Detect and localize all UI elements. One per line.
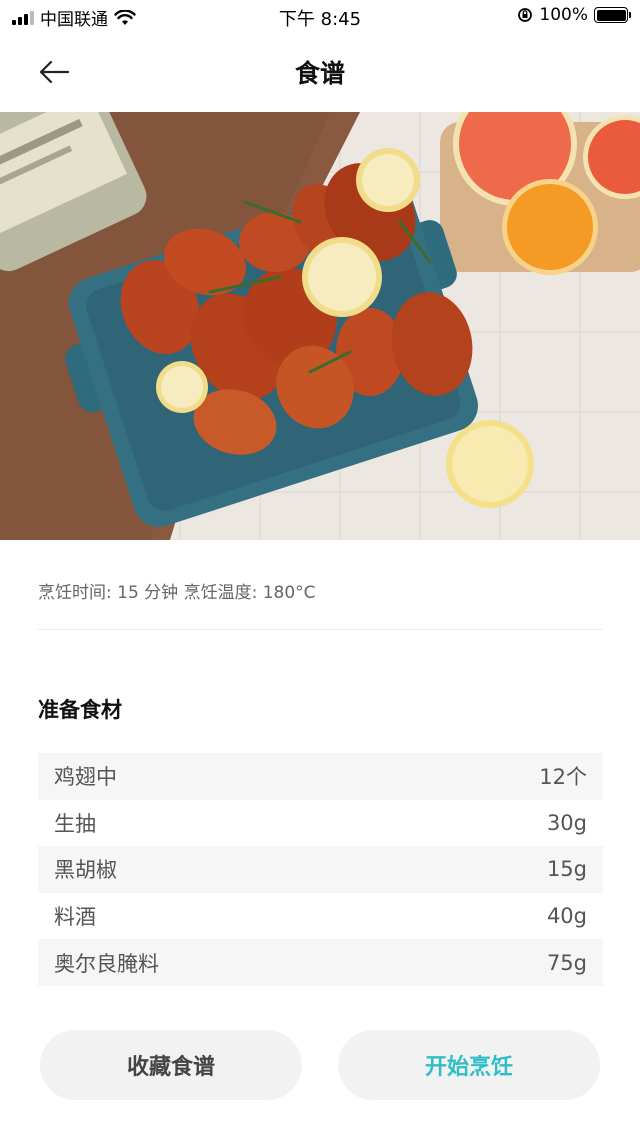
ingredient-amount: 12个: [539, 765, 587, 790]
list-item: 鸡翅中 12个: [38, 753, 603, 800]
status-bar: 中国联通 下午 8:45 100%: [0, 0, 640, 34]
ingredient-amount: 30g: [546, 810, 587, 835]
nav-bar: 食谱: [0, 34, 640, 112]
list-item: 黑胡椒 15g: [38, 846, 603, 893]
orientation-lock-icon: [518, 8, 533, 22]
recipe-hero-image: [0, 112, 640, 540]
ingredient-name: 鸡翅中: [54, 765, 117, 790]
list-item: 料酒 40g: [38, 893, 603, 940]
ingredients-title: 准备食材: [38, 698, 122, 722]
start-cooking-button[interactable]: 开始烹饪: [338, 1030, 600, 1100]
favorite-recipe-button[interactable]: 收藏食谱: [40, 1030, 302, 1100]
battery-icon: [594, 7, 631, 23]
battery-percent: 100%: [539, 5, 588, 25]
list-item: 奥尔良腌料 75g: [38, 939, 603, 986]
page-title: 食谱: [294, 59, 345, 88]
ingredient-amount: 15g: [546, 857, 587, 882]
ingredient-amount: 75g: [546, 950, 587, 975]
status-right: 100%: [517, 5, 631, 25]
ingredient-name: 奥尔良腌料: [54, 951, 159, 976]
ingredients-list: 鸡翅中 12个 生抽 30g 黑胡椒 15g 料酒 40g 奥尔良腌料 75g: [38, 753, 603, 986]
ingredient-name: 黑胡椒: [54, 858, 117, 883]
ingredient-name: 料酒: [54, 905, 96, 930]
list-item: 生抽 30g: [38, 800, 603, 847]
divider: [38, 629, 603, 630]
cooking-info: 烹饪时间: 15 分钟 烹饪温度: 180°C: [38, 583, 316, 603]
ingredient-amount: 40g: [546, 904, 587, 929]
ingredient-name: 生抽: [54, 811, 96, 836]
